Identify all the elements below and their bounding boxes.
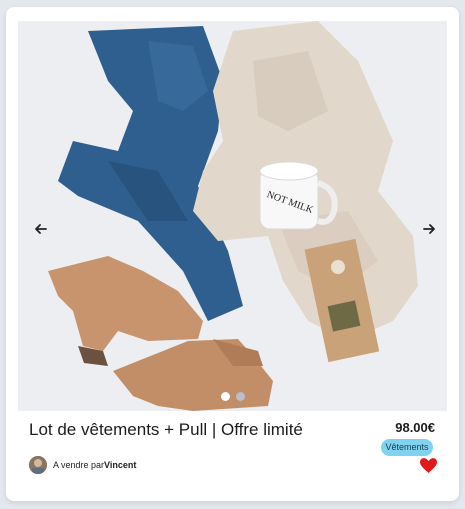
product-card[interactable]: NOT MILK Lot de vêtements + Pull | Offre… bbox=[6, 7, 459, 501]
arrow-left-icon bbox=[35, 224, 47, 234]
product-title: Lot de vêtements + Pull | Offre limité bbox=[29, 420, 303, 439]
carousel-dot-2[interactable] bbox=[235, 392, 245, 401]
seller-info[interactable]: A vendre parVincent bbox=[29, 456, 136, 474]
product-photo: NOT MILK bbox=[18, 21, 447, 411]
seller-avatar-image bbox=[29, 456, 47, 474]
arrow-right-icon bbox=[423, 224, 435, 234]
carousel-dot-1[interactable] bbox=[220, 392, 230, 401]
heart-icon bbox=[420, 458, 437, 473]
seller-name[interactable]: Vincent bbox=[104, 460, 136, 470]
previous-image-button[interactable] bbox=[28, 216, 54, 242]
product-image-carousel[interactable]: NOT MILK bbox=[18, 21, 447, 411]
seller-label: A vendre parVincent bbox=[53, 460, 136, 470]
avatar bbox=[29, 456, 47, 474]
product-price: 98.00€ bbox=[395, 420, 435, 435]
category-badge[interactable]: Vêtements bbox=[381, 439, 433, 456]
favorite-button[interactable] bbox=[420, 458, 437, 473]
seller-prefix: A vendre par bbox=[53, 460, 105, 470]
carousel-indicators bbox=[18, 392, 447, 401]
next-image-button[interactable] bbox=[416, 216, 442, 242]
